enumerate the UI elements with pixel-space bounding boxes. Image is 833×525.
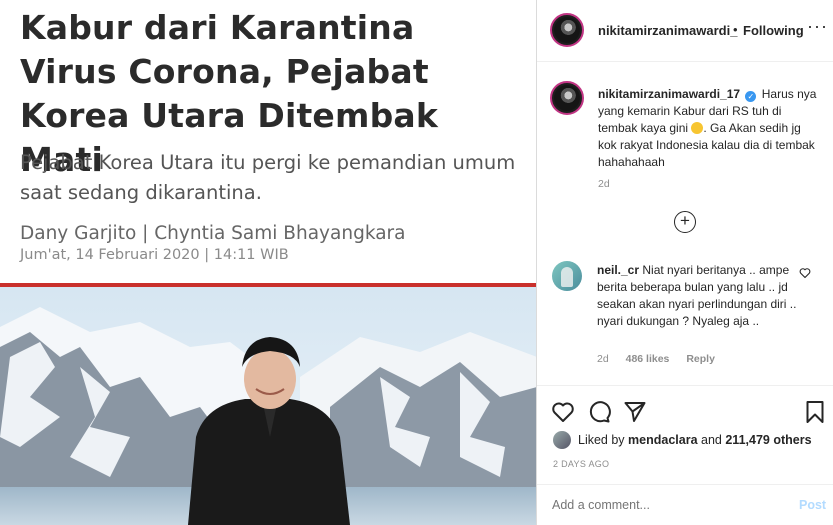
bookmark-icon[interactable]	[803, 400, 827, 424]
reply-button[interactable]: Reply	[686, 353, 715, 365]
post-comment-button[interactable]: Post	[799, 498, 826, 512]
heart-icon[interactable]	[551, 400, 575, 424]
paper-plane-icon[interactable]	[623, 400, 647, 424]
header-separator: •	[733, 22, 738, 37]
add-comment-bar: Post	[537, 484, 833, 525]
article-date: Jum'at, 14 Februari 2020 | 14:11 WIB	[20, 247, 289, 263]
more-options-icon[interactable]: ···	[807, 16, 828, 37]
caption-timestamp[interactable]: 2d	[598, 178, 610, 190]
commenter-avatar[interactable]	[552, 261, 582, 291]
likes-prefix: Liked by	[578, 433, 625, 447]
comment-item: neil._cr Niat nyari beritanya .. ampe be…	[597, 262, 797, 330]
author-avatar[interactable]	[550, 13, 584, 47]
comment-meta: 2d 486 likes Reply	[597, 353, 729, 365]
liked-by-avatar[interactable]	[553, 431, 571, 449]
caption-avatar[interactable]	[550, 81, 584, 115]
comment-likes[interactable]: 486 likes	[626, 353, 670, 365]
following-button[interactable]: Following	[743, 23, 804, 38]
comment-timestamp[interactable]: 2d	[597, 353, 609, 365]
add-comment-input[interactable]	[552, 498, 772, 512]
likes-others[interactable]: 211,479 others	[725, 433, 811, 447]
liked-by-user[interactable]: mendaclara	[628, 433, 697, 447]
article-byline: Dany Garjito | Chyntia Sami Bhayangkara	[20, 223, 406, 244]
post-caption: nikitamirzanimawardi_17 ✓ Harus nya yang…	[598, 86, 820, 171]
article-subhead: Pejabat Korea Utara itu pergi ke pemandi…	[20, 151, 516, 204]
likes-summary: Liked by mendaclara and 211,479 others	[578, 433, 812, 447]
load-more-comments-button[interactable]: +	[674, 211, 696, 233]
caption-username[interactable]: nikitamirzanimawardi_17	[598, 87, 740, 101]
post-image[interactable]: Kabur dari Karantina Virus Corona, Pejab…	[0, 0, 537, 525]
post-actions	[537, 385, 833, 437]
article-photo	[0, 287, 536, 525]
likes-middle: and	[701, 433, 722, 447]
commenter-username[interactable]: neil._cr	[597, 263, 639, 277]
post-header: nikitamirzanimawardi_ • Following ···	[537, 0, 833, 62]
author-username[interactable]: nikitamirzanimawardi_	[598, 23, 737, 38]
comment-like-icon[interactable]	[799, 267, 811, 279]
article-screenshot: Kabur dari Karantina Virus Corona, Pejab…	[0, 0, 536, 285]
grinning-emoji-icon	[691, 122, 704, 134]
comment-icon[interactable]	[587, 400, 611, 424]
post-date[interactable]: 2 DAYS AGO	[553, 459, 609, 469]
verified-badge-icon: ✓	[745, 91, 757, 102]
post-side-panel: nikitamirzanimawardi_ • Following ··· ni…	[537, 0, 833, 525]
